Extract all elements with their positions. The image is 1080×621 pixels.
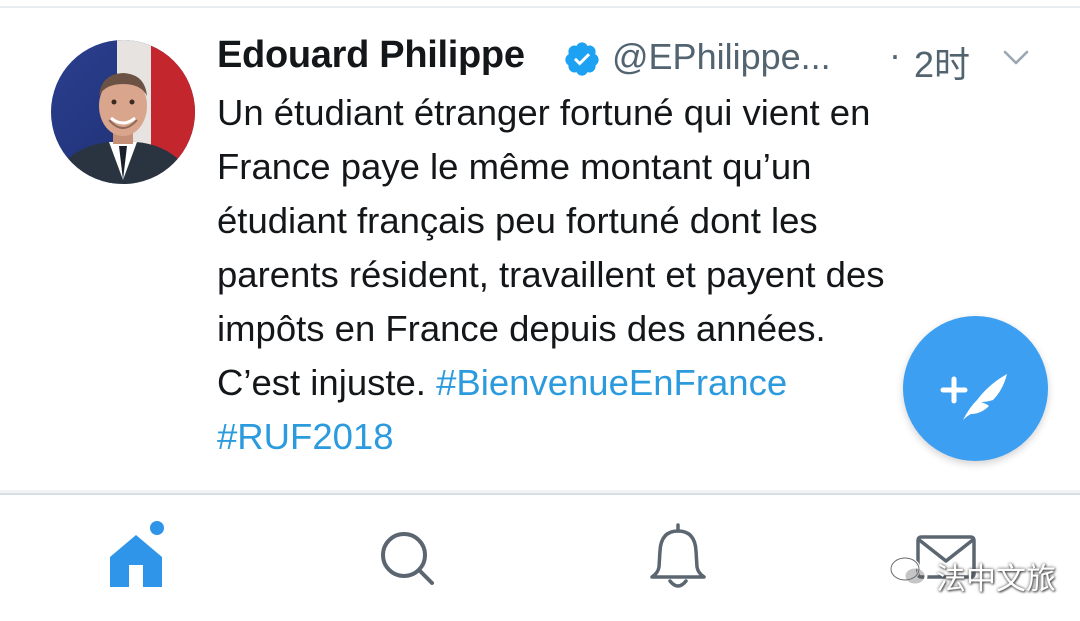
divider <box>0 6 1080 8</box>
separator-dot: · <box>889 34 901 75</box>
tweet-text-line: Un étudiant étranger fortuné qui vient e… <box>217 86 1017 140</box>
verified-badge-icon <box>563 40 601 78</box>
wechat-logo-icon <box>889 556 928 587</box>
tweet-text-line: impôts en France depuis des années. <box>217 302 1017 356</box>
tweet-text-segment: impôts en France depuis des années. <box>217 308 826 349</box>
tweet-text-line: C’est injuste. #BienvenueEnFrance <box>217 356 1017 410</box>
tweet-text-line: parents résident, travaillent et payent … <box>217 248 1017 302</box>
avatar[interactable] <box>51 40 195 184</box>
tweet-header: Edouard Philippe @EPhilippe... · 2时 <box>217 30 1047 90</box>
home-icon <box>110 521 164 587</box>
search-icon <box>381 532 434 585</box>
tweet-text-segment: C’est injuste. <box>217 362 437 403</box>
display-name[interactable]: Edouard Philippe <box>217 34 525 77</box>
compose-tweet-icon <box>940 374 1007 420</box>
tweet-text-line: France paye le même montant qu’un <box>217 140 1017 194</box>
hashtag-link[interactable]: #RUF2018 <box>217 416 394 457</box>
hashtag-link[interactable]: #BienvenueEnFrance <box>436 362 787 403</box>
tweet-text-segment: étudiant français peu fortuné dont les <box>217 200 818 241</box>
tweet-text-line: #RUF2018 <box>217 410 1017 464</box>
chevron-down-icon[interactable] <box>1001 48 1031 68</box>
compose-tweet-button[interactable] <box>903 316 1048 461</box>
tweet-text-segment: France paye le même montant qu’un <box>217 146 812 187</box>
timestamp[interactable]: 2时 <box>914 36 970 88</box>
bell-icon <box>650 523 706 588</box>
tweet-text-segment: parents résident, travaillent et payent … <box>217 254 885 295</box>
tab-notifications[interactable] <box>638 517 718 597</box>
tab-search[interactable] <box>366 517 446 597</box>
watermark-text: 法中文旅 <box>936 562 1056 597</box>
tab-home[interactable] <box>96 517 176 597</box>
twitter-timeline-screen: Edouard Philippe @EPhilippe... · 2时 Un é… <box>0 0 1080 621</box>
tweet-text-segment: Un étudiant étranger fortuné qui vient e… <box>217 92 871 133</box>
tweet-text: Un étudiant étranger fortuné qui vient e… <box>217 86 1017 464</box>
tweet-text-line: étudiant français peu fortuné dont les <box>217 194 1017 248</box>
watermark: 法中文旅 <box>888 552 1068 597</box>
handle[interactable]: @EPhilippe... <box>612 36 831 78</box>
